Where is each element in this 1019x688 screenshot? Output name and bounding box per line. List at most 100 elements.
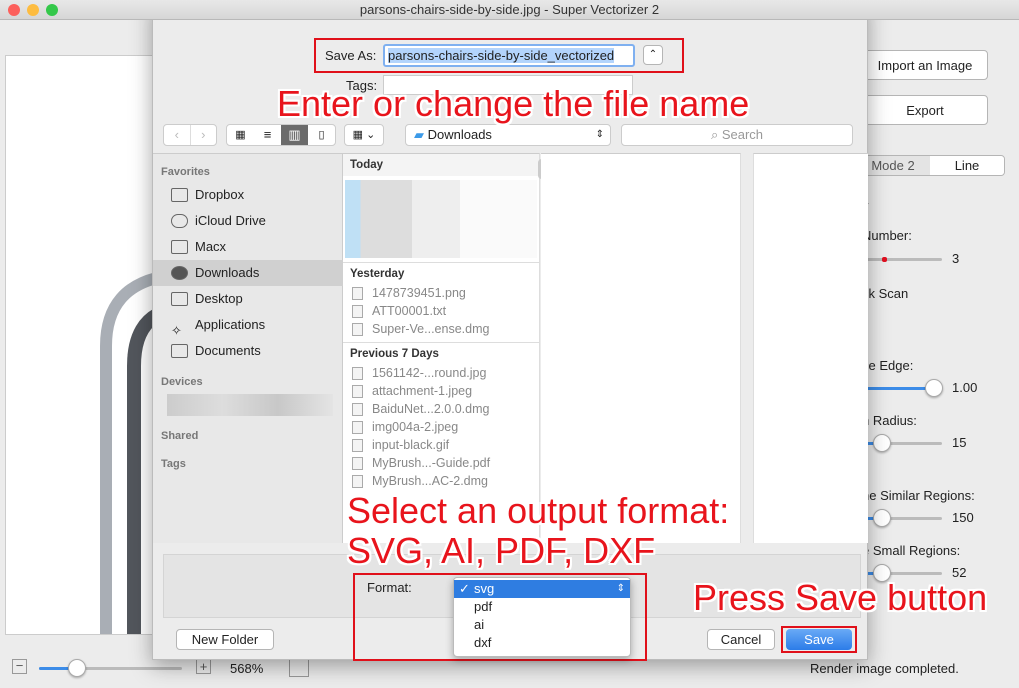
- format-option-dxf[interactable]: dxf: [454, 634, 630, 652]
- file-name: Super-Ve...ense.dmg: [372, 322, 490, 336]
- sidebar-item-documents[interactable]: Documents: [153, 338, 343, 364]
- search-placeholder: Search: [721, 127, 764, 142]
- annotation-filename: Enter or change the file name: [277, 83, 750, 124]
- cloud-icon: [171, 214, 188, 228]
- arrange-button[interactable]: ▦ ⌄: [344, 124, 384, 146]
- file-name: input-black.gif: [372, 438, 450, 452]
- file-column-2: [541, 153, 741, 543]
- radius-slider[interactable]: [862, 434, 942, 452]
- file-item[interactable]: 1561142-...round.jpg: [343, 364, 539, 382]
- sidebar-label: Dropbox: [195, 187, 245, 202]
- annotation-format-1: Select an output format:: [347, 490, 730, 531]
- back-button[interactable]: ‹: [164, 125, 191, 145]
- search-field[interactable]: ⌕ Search: [621, 124, 853, 146]
- import-image-button[interactable]: Import an Image: [862, 50, 988, 80]
- small-slider[interactable]: [862, 564, 942, 582]
- device-item-blurred[interactable]: [167, 394, 333, 416]
- file-name: 1478739451.png: [372, 286, 466, 300]
- file-item[interactable]: img004a-2.jpeg: [343, 418, 539, 436]
- zoom-out-button[interactable]: −: [12, 659, 27, 674]
- radius-slider-knob[interactable]: [873, 434, 891, 452]
- documents-icon: [171, 344, 188, 358]
- sidebar-label: Documents: [195, 343, 261, 358]
- format-option-pdf[interactable]: pdf: [454, 598, 630, 616]
- fit-screen-icon[interactable]: [289, 657, 309, 677]
- format-option-ai[interactable]: ai: [454, 616, 630, 634]
- file-icon: [352, 323, 363, 336]
- number-label: Number:: [862, 228, 912, 243]
- file-icon: [352, 367, 363, 380]
- similar-slider-knob[interactable]: [873, 509, 891, 527]
- home-icon: [171, 240, 188, 254]
- minimize-window-button[interactable]: [27, 4, 39, 16]
- column-view-icon[interactable]: ▥: [281, 125, 308, 145]
- format-dropdown-menu[interactable]: ✓ svg ⇕ pdf ai dxf: [453, 577, 631, 657]
- file-item[interactable]: MyBrush...AC-2.dmg: [343, 472, 539, 490]
- mode-segmented-control: Mode 2 Line: [855, 155, 1005, 176]
- save-button[interactable]: Save: [786, 629, 852, 650]
- applications-icon: ✧: [171, 323, 182, 338]
- file-item[interactable]: MyBrush...-Guide.pdf: [343, 454, 539, 472]
- edge-slider-knob[interactable]: [925, 379, 943, 397]
- file-item[interactable]: BaiduNet...2.0.0.dmg: [343, 400, 539, 418]
- quick-scan-label: ck Scan: [862, 286, 909, 301]
- icon-view-icon[interactable]: ▦: [227, 125, 254, 145]
- annotation-format-2: SVG, AI, PDF, DXF: [347, 530, 656, 571]
- zoom-slider-knob[interactable]: [68, 659, 86, 677]
- file-item[interactable]: ATT00001.txt: [343, 302, 539, 320]
- forward-button[interactable]: ›: [191, 125, 217, 145]
- file-item[interactable]: 1478739451.png: [343, 284, 539, 302]
- desktop-icon: [171, 292, 188, 306]
- radius-label: h Radius:: [862, 413, 917, 428]
- sidebar-label: Downloads: [195, 265, 260, 280]
- file-item[interactable]: Super-Ve...ense.dmg: [343, 320, 539, 338]
- location-dropdown[interactable]: ▰ Downloads ⇕: [405, 124, 611, 146]
- number-value: 3: [952, 251, 960, 266]
- similar-slider[interactable]: [862, 509, 942, 527]
- zoom-in-button[interactable]: +: [196, 659, 211, 674]
- devices-header: Devices: [161, 376, 203, 388]
- sidebar-item-icloud[interactable]: iCloud Drive: [153, 208, 343, 234]
- collapse-button[interactable]: ⌃: [643, 45, 663, 65]
- group-yesterday: Yesterday: [343, 262, 539, 284]
- edge-slider[interactable]: [862, 379, 943, 397]
- view-mode-control: ▦ ≡ ▥ ▯: [226, 124, 336, 146]
- preview-column: [753, 153, 868, 543]
- file-name: attachment-1.jpeg: [372, 384, 473, 398]
- location-text: Downloads: [427, 127, 492, 142]
- sidebar-item-applications[interactable]: ✧ Applications: [153, 312, 343, 338]
- new-folder-button[interactable]: New Folder: [176, 629, 274, 650]
- small-label: e Small Regions:: [862, 543, 961, 558]
- export-button[interactable]: Export: [862, 95, 988, 125]
- similar-value: 150: [952, 510, 974, 525]
- format-option-svg[interactable]: ✓ svg ⇕: [454, 580, 630, 598]
- line-tab[interactable]: Line: [930, 156, 1004, 175]
- window-title: parsons-chairs-side-by-side.jpg - Super …: [359, 2, 660, 17]
- number-slider[interactable]: [862, 257, 942, 262]
- file-icon: [352, 457, 363, 470]
- download-icon: [171, 266, 188, 280]
- save-as-label: Save As:: [325, 48, 377, 63]
- updown-icon: ⇕: [595, 129, 604, 140]
- status-text: Render image completed.: [810, 661, 959, 676]
- cancel-button[interactable]: Cancel: [707, 629, 775, 650]
- similar-label: ne Similar Regions:: [862, 488, 975, 503]
- close-window-button[interactable]: [8, 4, 20, 16]
- image-canvas[interactable]: [5, 55, 155, 635]
- file-name: img004a-2.jpeg: [372, 420, 459, 434]
- zoom-window-button[interactable]: [46, 4, 58, 16]
- file-item[interactable]: input-black.gif: [343, 436, 539, 454]
- list-view-icon[interactable]: ≡: [254, 125, 281, 145]
- annotation-save: Press Save button: [693, 577, 988, 618]
- sidebar-item-dropbox[interactable]: Dropbox: [153, 182, 343, 208]
- sidebar-item-desktop[interactable]: Desktop: [153, 286, 343, 312]
- sidebar-item-macx[interactable]: Macx: [153, 234, 343, 260]
- cover-flow-icon[interactable]: ▯: [308, 125, 335, 145]
- sidebar-item-downloads[interactable]: Downloads: [153, 260, 343, 286]
- file-icon: [352, 403, 363, 416]
- edge-label: ce Edge:: [862, 358, 914, 373]
- zoom-slider[interactable]: [39, 659, 182, 677]
- file-item[interactable]: attachment-1.jpeg: [343, 382, 539, 400]
- filename-input[interactable]: parsons-chairs-side-by-side_vectorized: [383, 44, 635, 67]
- filename-text: parsons-chairs-side-by-side_vectorized: [388, 48, 615, 63]
